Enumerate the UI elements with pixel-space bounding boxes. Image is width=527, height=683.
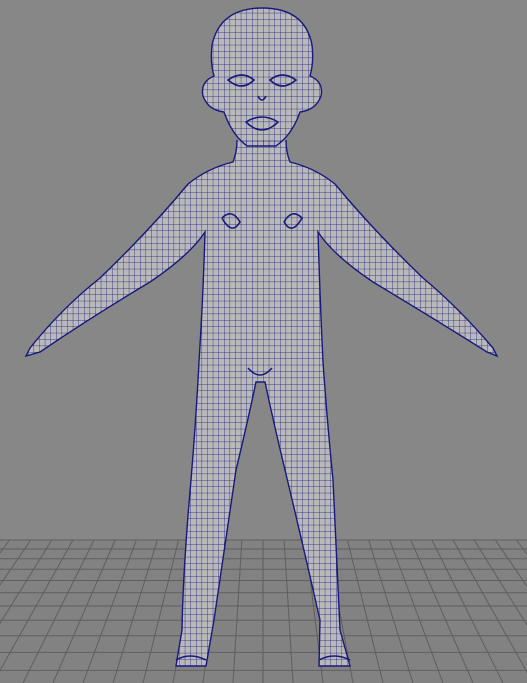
maya-viewport[interactable] (0, 0, 527, 683)
ground-grid (0, 539, 527, 683)
viewport-canvas[interactable] (0, 0, 527, 683)
